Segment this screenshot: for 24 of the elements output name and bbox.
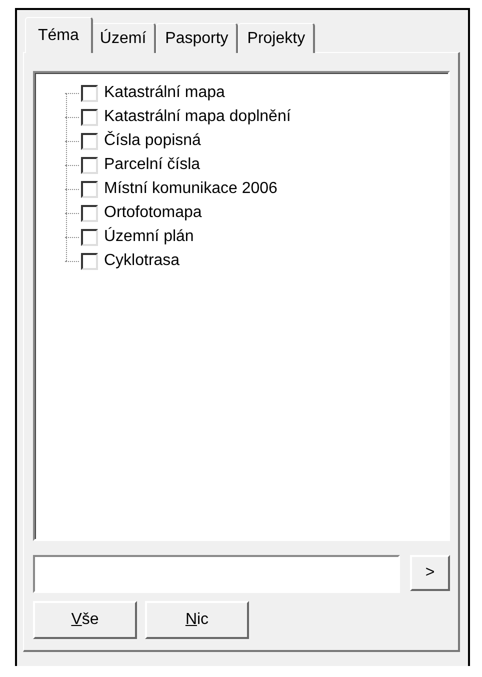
checkbox[interactable] xyxy=(81,252,98,270)
layer-label[interactable]: Parcelní čísla xyxy=(104,156,200,174)
tab[interactable]: Pasporty xyxy=(156,23,238,53)
select-button[interactable]: Vše xyxy=(33,601,137,639)
go-button[interactable]: > xyxy=(410,555,450,591)
layer-label[interactable]: Územní plán xyxy=(104,228,194,246)
layer-label[interactable]: Katastrální mapa doplnění xyxy=(104,108,291,126)
tab[interactable]: Téma xyxy=(25,17,93,53)
layer-label[interactable]: Čísla popisná xyxy=(104,132,201,150)
checkbox[interactable] xyxy=(81,204,98,222)
checkbox[interactable] xyxy=(81,84,98,102)
layer-label[interactable]: Cyklotrasa xyxy=(104,252,180,270)
checkbox[interactable] xyxy=(81,132,98,150)
search-field[interactable] xyxy=(33,555,400,593)
layer-label[interactable]: Místní komunikace 2006 xyxy=(104,180,278,198)
tab[interactable]: Území xyxy=(90,23,156,53)
select-button[interactable]: Nic xyxy=(145,601,249,639)
tab[interactable]: Projekty xyxy=(238,23,316,53)
checkbox[interactable] xyxy=(81,180,98,198)
checkbox[interactable] xyxy=(81,156,98,174)
checkbox[interactable] xyxy=(81,228,98,246)
layer-label[interactable]: Katastrální mapa xyxy=(104,84,225,102)
checkbox[interactable] xyxy=(81,108,98,126)
layer-label[interactable]: Ortofotomapa xyxy=(104,204,202,222)
